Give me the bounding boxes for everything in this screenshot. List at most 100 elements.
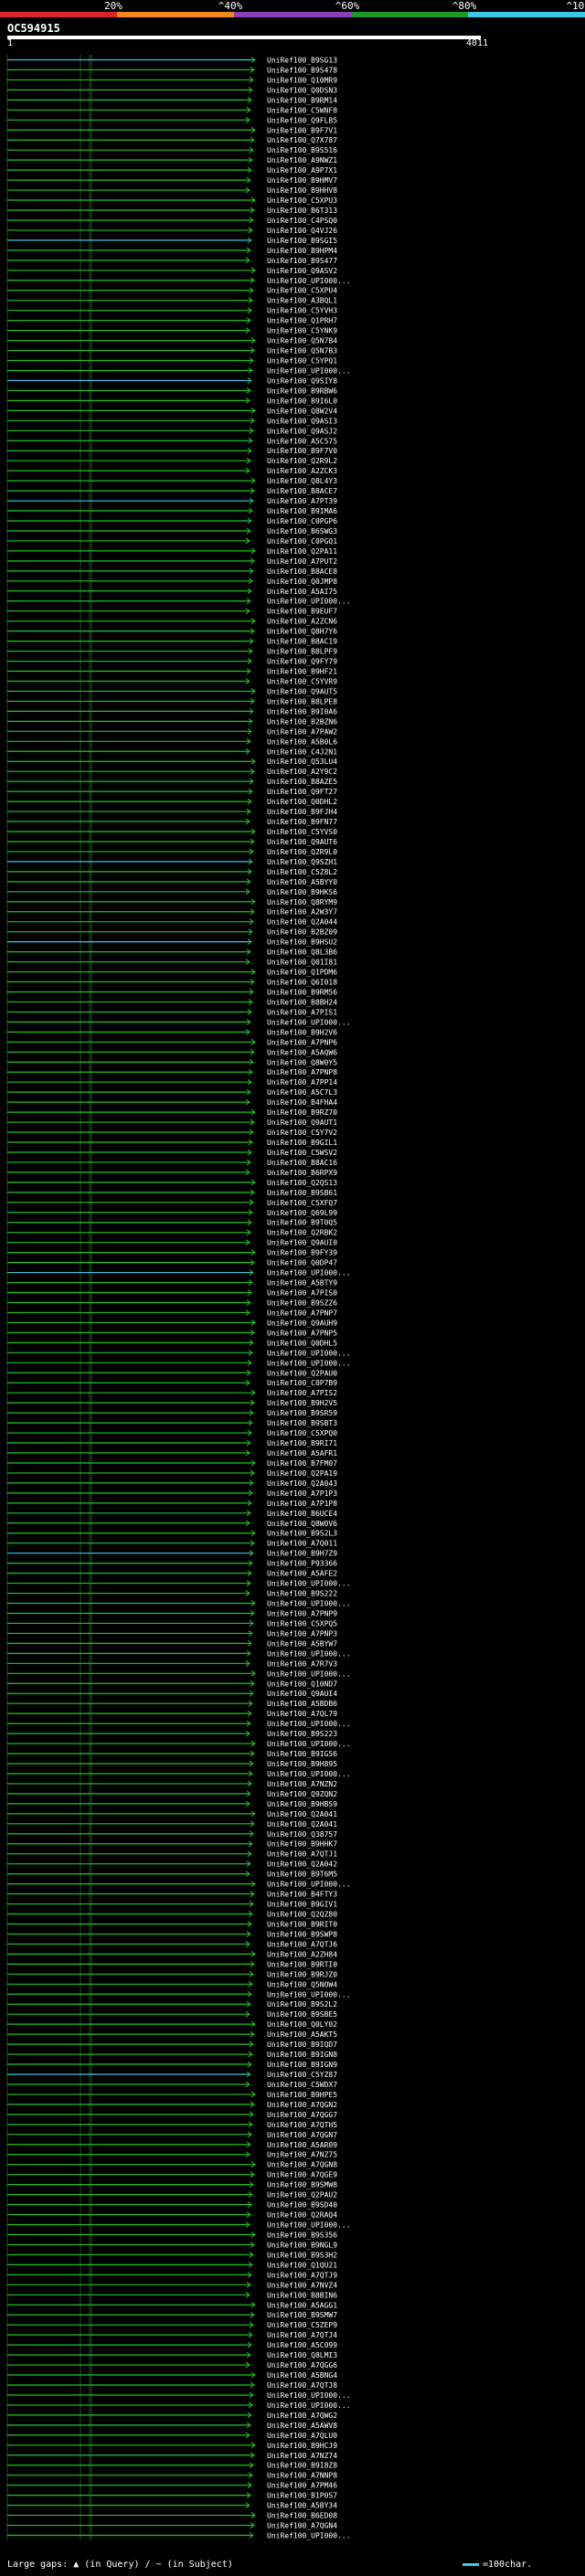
hit-label[interactable]: UniRef100_Q8L4Y3 [267, 477, 337, 485]
hit-label[interactable]: UniRef100_A5BTY9 [267, 1279, 337, 1288]
hit-label[interactable]: UniRef100_B9RM14 [267, 96, 337, 104]
hit-label[interactable]: UniRef100_B9HF21 [267, 668, 337, 676]
hit-label[interactable]: UniRef100_Q8W0V6 [267, 1520, 337, 1528]
hit-label[interactable]: UniRef100_B9SBE5 [267, 2010, 337, 2019]
hit-label[interactable]: UniRef100_A7QGN2 [267, 2101, 337, 2109]
hit-label[interactable]: UniRef100_B6RPX9 [267, 1169, 337, 1177]
hit-label[interactable]: UniRef100_B7FM07 [267, 1459, 337, 1468]
hit-label[interactable]: UniRef100_A7PNP3 [267, 1629, 337, 1638]
hit-label[interactable]: UniRef100_B6SWG3 [267, 527, 337, 535]
hit-label[interactable]: UniRef100_A2ZH84 [267, 1950, 337, 1958]
hit-label[interactable]: UniRef100_A7PNP7 [267, 1309, 337, 1317]
hit-label[interactable]: UniRef100_Q1PDM6 [267, 969, 337, 977]
hit-label[interactable]: UniRef100_Q2R9L0 [267, 848, 337, 856]
hit-label[interactable]: UniRef100_Q10ND7 [267, 1680, 337, 1688]
hit-label[interactable]: UniRef100_A7PM46 [267, 2482, 337, 2490]
hit-label[interactable]: UniRef100_C5WSV2 [267, 1149, 337, 1157]
hit-label[interactable]: UniRef100_A7QL79 [267, 1710, 337, 1718]
hit-label[interactable]: UniRef100_A5BNG4 [267, 2371, 337, 2380]
hit-label[interactable]: UniRef100_Q9FLB5 [267, 116, 337, 124]
hit-label[interactable]: UniRef100_A7PAW2 [267, 727, 337, 736]
hit-label[interactable]: UniRef100_B9IMA6 [267, 507, 337, 515]
hit-label[interactable]: UniRef100_A7QGN4 [267, 2522, 337, 2530]
hit-label[interactable]: UniRef100_UPI000... [267, 1018, 351, 1026]
hit-label[interactable]: UniRef100_B8AZE5 [267, 778, 337, 786]
hit-label[interactable]: UniRef100_UPI000... [267, 1649, 351, 1658]
hit-label[interactable]: UniRef100_B8LPE8 [267, 697, 337, 705]
hit-label[interactable]: UniRef100_Q8RYM9 [267, 898, 337, 906]
hit-label[interactable]: UniRef100_B9T6M5 [267, 1871, 337, 1879]
hit-label[interactable]: UniRef100_Q69L99 [267, 1209, 337, 1217]
hit-label[interactable]: UniRef100_UPI000... [267, 277, 351, 285]
hit-label[interactable]: UniRef100_C5Y7V2 [267, 1129, 337, 1137]
hit-label[interactable]: UniRef100_A5BYW7 [267, 1639, 337, 1648]
hit-label[interactable]: UniRef100_C5XPU4 [267, 287, 337, 295]
hit-label[interactable]: UniRef100_C5YPQ1 [267, 357, 337, 366]
hit-label[interactable]: UniRef100_B9HPM4 [267, 247, 337, 255]
hit-label[interactable]: UniRef100_B8ACE7 [267, 487, 337, 495]
hit-label[interactable]: UniRef100_B8LPF9 [267, 648, 337, 656]
hit-label[interactable]: UniRef100_A5AGG1 [267, 2301, 337, 2309]
hit-label[interactable]: UniRef100_Q4VJ26 [267, 227, 337, 235]
hit-label[interactable]: UniRef100_Q9SZH1 [267, 858, 337, 866]
hit-label[interactable]: UniRef100_B9SG13 [267, 56, 337, 64]
hit-label[interactable]: UniRef100_B4FTY3 [267, 1891, 337, 1899]
hit-label[interactable]: UniRef100_C4PSQ0 [267, 217, 337, 225]
hit-label[interactable]: UniRef100_A5C099 [267, 2341, 337, 2349]
hit-label[interactable]: UniRef100_Q9AUI4 [267, 1690, 337, 1698]
hit-label[interactable]: UniRef100_B9HHV8 [267, 186, 337, 195]
hit-label[interactable]: UniRef100_B9S2L3 [267, 1530, 337, 1538]
hit-label[interactable]: UniRef100_A7QTJ4 [267, 2331, 337, 2339]
hit-label[interactable]: UniRef100_C5ZEP9 [267, 2321, 337, 2329]
hit-label[interactable]: UniRef100_UPI000... [267, 2532, 351, 2540]
hit-label[interactable]: UniRef100_A7QLU0 [267, 2432, 337, 2440]
hit-label[interactable]: UniRef100_B9SWP8 [267, 1930, 337, 1938]
hit-label[interactable]: UniRef100_A5AWV8 [267, 2422, 337, 2430]
hit-label[interactable]: UniRef100_A7QTH5 [267, 2121, 337, 2129]
hit-label[interactable]: UniRef100_C0P7B9 [267, 1379, 337, 1387]
hit-label[interactable]: UniRef100_Q2A043 [267, 1479, 337, 1488]
hit-label[interactable]: UniRef100_A7QGG6 [267, 2361, 337, 2369]
hit-label[interactable]: UniRef100_A5AKT5 [267, 2030, 337, 2039]
hit-label[interactable]: UniRef100_A2ZCK3 [267, 467, 337, 475]
hit-label[interactable]: UniRef100_C5YVH3 [267, 307, 337, 315]
hit-label[interactable]: UniRef100_A5BDB6 [267, 1700, 337, 1708]
hit-label[interactable]: UniRef100_Q9ASV2 [267, 267, 337, 275]
hit-label[interactable]: UniRef100_B9I0A6 [267, 707, 337, 716]
hit-label[interactable]: UniRef100_A7NZN2 [267, 1780, 337, 1788]
hit-label[interactable]: UniRef100_B9EUF7 [267, 608, 337, 616]
hit-label[interactable]: UniRef100_B9HCJ9 [267, 2442, 337, 2450]
hit-label[interactable]: UniRef100_A7QWG2 [267, 2412, 337, 2420]
hit-label[interactable]: UniRef100_Q0JMP8 [267, 578, 337, 586]
hit-label[interactable]: UniRef100_B9H7Z9 [267, 1550, 337, 1558]
hit-label[interactable]: UniRef100_C5XPQ0 [267, 1429, 337, 1437]
hit-label[interactable]: UniRef100_B8AC16 [267, 1159, 337, 1167]
hit-label[interactable]: UniRef100_C0PGP6 [267, 517, 337, 525]
hit-label[interactable]: UniRef100_C4J2N1 [267, 747, 337, 756]
hit-label[interactable]: UniRef100_A7QGN7 [267, 2131, 337, 2139]
hit-label[interactable]: UniRef100_Q2QS13 [267, 1179, 337, 1187]
hit-label[interactable]: UniRef100_Q2A042 [267, 1860, 337, 1869]
hit-label[interactable]: UniRef100_B9S478 [267, 66, 337, 74]
hit-label[interactable]: UniRef100_A5AFR1 [267, 1449, 337, 1458]
hit-label[interactable]: UniRef100_A2ZCN6 [267, 618, 337, 626]
hit-label[interactable]: UniRef100_A5B0L6 [267, 737, 337, 746]
hit-label[interactable]: UniRef100_UPI000... [267, 1349, 351, 1357]
hit-label[interactable]: UniRef100_Q8L3B6 [267, 949, 337, 957]
hit-label[interactable]: UniRef100_A5AFE2 [267, 1570, 337, 1578]
hit-label[interactable]: UniRef100_UPI000... [267, 2221, 351, 2230]
hit-label[interactable]: UniRef100_Q8W2V4 [267, 407, 337, 415]
hit-label[interactable]: UniRef100_B8ACE8 [267, 567, 337, 576]
hit-label[interactable]: UniRef100_Q2RAQ4 [267, 2211, 337, 2220]
hit-label[interactable]: UniRef100_UPI000... [267, 598, 351, 606]
hit-label[interactable]: UniRef100_C5YNK9 [267, 327, 337, 335]
hit-label[interactable]: UniRef100_B9RM56 [267, 988, 337, 996]
hit-label[interactable]: UniRef100_B9S223 [267, 1730, 337, 1738]
hit-label[interactable]: UniRef100_B6T313 [267, 207, 337, 215]
hit-label[interactable]: UniRef100_A5AR09 [267, 2141, 337, 2149]
hit-label[interactable]: UniRef100_B9FJH4 [267, 808, 337, 816]
hit-label[interactable]: UniRef100_Q8W0Y5 [267, 1058, 337, 1066]
hit-label[interactable]: UniRef100_B9SMW7 [267, 2311, 337, 2319]
hit-label[interactable]: UniRef100_Q9ASI3 [267, 417, 337, 425]
hit-label[interactable]: UniRef100_B9F7V1 [267, 126, 337, 134]
